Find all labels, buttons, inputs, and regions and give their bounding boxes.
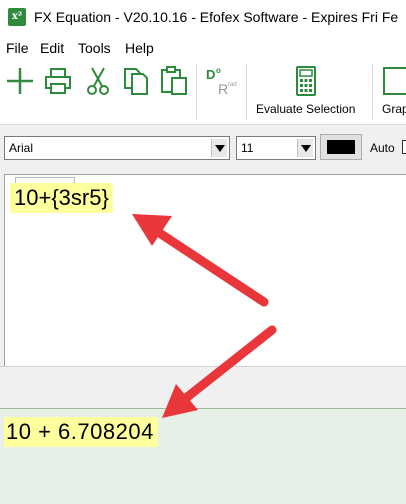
title-bar: x² FX Equation - V20.10.16 - Efofex Soft… [0,0,406,36]
window-title: FX Equation - V20.10.16 - Efofex Softwar… [34,9,399,25]
svg-text:D: D [206,67,215,82]
ribbon-separator [246,64,247,120]
evaluate-selection-button[interactable] [290,64,322,98]
menu-tools[interactable]: Tools [78,40,111,56]
svg-text:rad: rad [228,82,237,88]
text-color-button[interactable] [320,134,362,160]
menu-edit[interactable]: Edit [40,40,64,56]
graph-icon [383,67,406,95]
color-swatch [327,140,355,154]
evaluate-selection-label[interactable]: Evaluate Selection [256,102,355,116]
app-logo-icon: x² [8,8,26,26]
cut-button[interactable] [82,64,114,98]
divider-bar [0,366,406,408]
paste-icon [161,66,187,95]
graph-button[interactable] [382,64,406,98]
print-icon [45,68,71,94]
calculator-icon [296,66,316,96]
font-size-select[interactable]: 11 [236,136,316,160]
menu-bar: File Edit Tools Help [0,36,406,58]
chevron-down-icon[interactable] [297,139,313,157]
ribbon-separator [196,64,197,120]
auto-label: Auto [370,141,395,155]
menu-help[interactable]: Help [125,40,154,56]
font-size-value: 11 [241,141,254,155]
cut-icon [87,67,109,95]
ribbon-separator [372,64,373,120]
chevron-down-icon[interactable] [211,139,227,157]
add-button[interactable] [4,64,36,98]
copy-icon [124,68,148,95]
auto-checkbox[interactable] [402,140,406,154]
copy-button[interactable] [120,64,152,98]
degrees-radians-icon: D o R rad [206,66,237,97]
font-select[interactable]: Arial [4,136,230,160]
result-output: 10 + 6.708204 [4,417,158,447]
svg-text:R: R [218,81,228,97]
svg-text:o: o [216,66,221,75]
font-value: Arial [9,141,34,155]
print-button[interactable] [42,64,74,98]
degrees-radians-button[interactable]: D o R rad [204,64,237,98]
menu-file[interactable]: File [6,40,29,56]
paste-button[interactable] [158,64,190,98]
ribbon-toolbar: D o R rad Evaluate Selection Grap [0,58,406,124]
expression-input[interactable]: 10+{3sr5} [10,183,113,213]
graph-label[interactable]: Grap [382,102,406,116]
add-icon [7,68,33,94]
